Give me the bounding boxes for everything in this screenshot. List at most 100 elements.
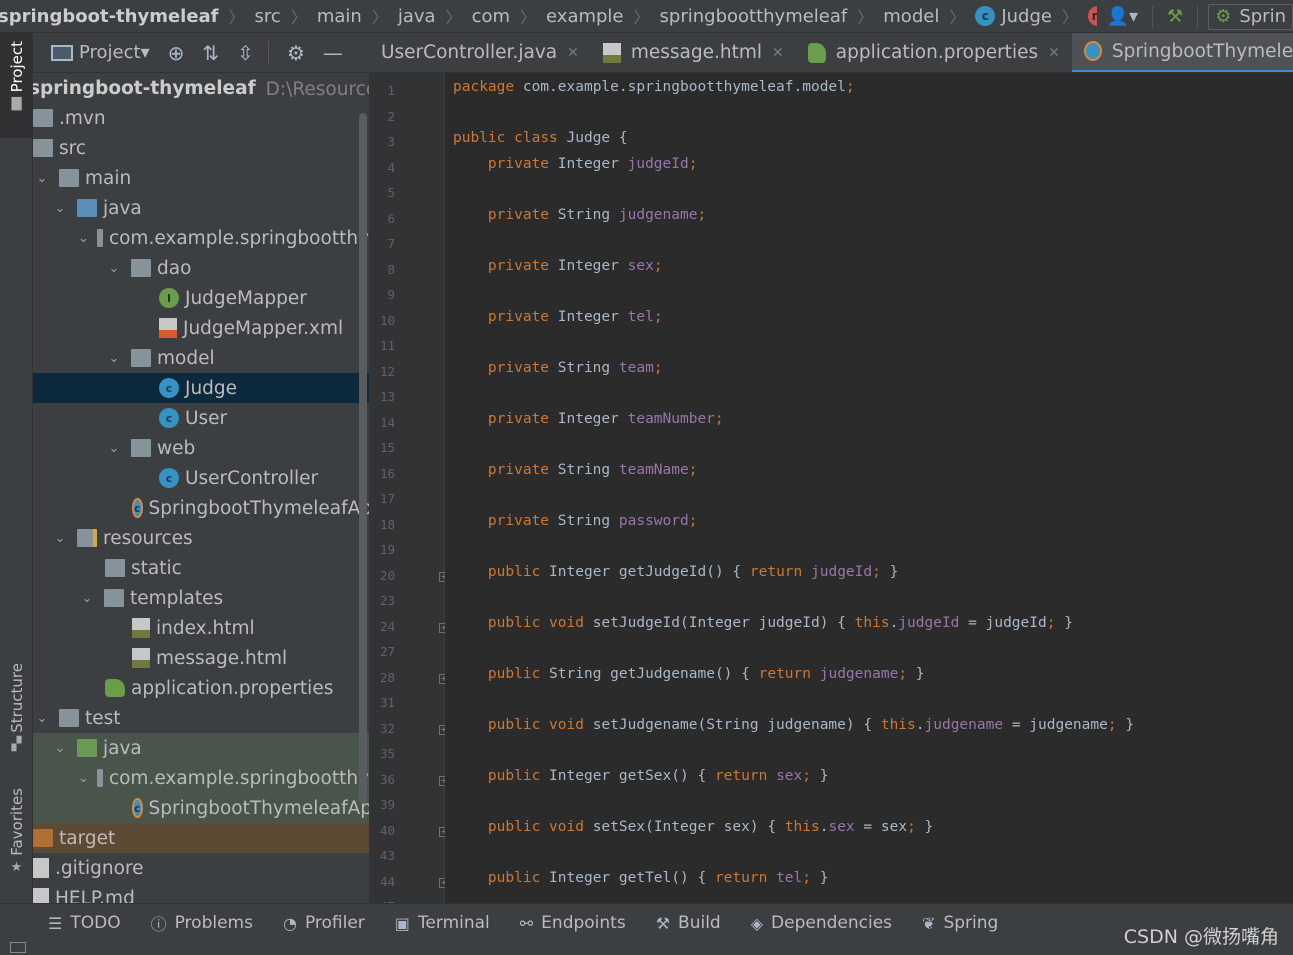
tree-item-usercontroller[interactable]: c UserController xyxy=(33,463,369,493)
locate-target-icon[interactable]: ⊕ xyxy=(168,41,185,65)
tree-item-label: resources xyxy=(103,527,193,549)
tab-usercontroller-java[interactable]: UserController.java ✕ xyxy=(369,33,591,72)
project-view-selector[interactable]: Project ▾ xyxy=(51,42,150,63)
tab-label: SpringbootThymeleafAp xyxy=(1111,40,1293,62)
tree-item-target[interactable]: target xyxy=(33,823,369,853)
chevron-right-icon: 〉 xyxy=(290,8,307,27)
tree-item-test-java[interactable]: ⌄ java xyxy=(33,733,369,763)
chevron-down-icon[interactable]: ⌄ xyxy=(51,201,69,216)
tree-item-judge[interactable]: c Judge xyxy=(33,373,369,403)
project-tree: springboot-thymeleaf D:\Resource\软件 .mvn… xyxy=(33,73,369,903)
build-hammer-icon[interactable]: ⚒ xyxy=(1167,6,1183,27)
tree-item-message-html[interactable]: message.html xyxy=(33,643,369,673)
tool-build[interactable]: ⚒ Build xyxy=(656,913,721,933)
tree-item-src[interactable]: src xyxy=(33,133,369,163)
chevron-down-icon[interactable]: ⌄ xyxy=(51,741,69,756)
line-number: 15 xyxy=(379,440,395,455)
tree-item-test-springboot-app[interactable]: c SpringbootThymeleafAp xyxy=(33,793,369,823)
tool-todo[interactable]: ☰ TODO xyxy=(48,913,121,933)
breadcrumb-src[interactable]: src xyxy=(253,0,283,32)
tool-profiler[interactable]: ◔ Profiler xyxy=(283,913,365,933)
tree-item-gitignore[interactable]: .gitignore xyxy=(33,853,369,883)
tree-item-user[interactable]: c User xyxy=(33,403,369,433)
layers-icon: ◈ xyxy=(750,913,764,933)
chevron-down-icon[interactable]: ⌄ xyxy=(78,591,96,606)
tree-item-dao[interactable]: ⌄ dao xyxy=(33,253,369,283)
tool-window-structure-tab[interactable]: Structure ▞ xyxy=(0,663,33,752)
line-number: 14 xyxy=(379,414,395,430)
tree-item-label: application.properties xyxy=(131,677,334,699)
gear-icon[interactable]: ⚙ xyxy=(287,41,305,65)
tree-item-model[interactable]: ⌄ model xyxy=(33,343,369,373)
line-number: 24 xyxy=(379,618,395,634)
folder-icon: ▇ xyxy=(11,96,22,112)
window-toggle-icon[interactable] xyxy=(10,942,26,953)
breadcrumb-example[interactable]: example xyxy=(544,0,625,32)
tree-item-package[interactable]: ⌄ com.example.springbootthy xyxy=(33,223,369,253)
close-icon[interactable]: ✕ xyxy=(772,45,784,61)
tree-item-index-html[interactable]: index.html xyxy=(33,613,369,643)
tree-item-label: src xyxy=(59,137,87,159)
tree-item-java[interactable]: ⌄ java xyxy=(33,193,369,223)
breadcrumb-judge[interactable]: c Judge xyxy=(973,0,1054,32)
project-panel-header: Project ▾ ⊕ ⇅ ⇳ ⚙ — xyxy=(33,33,369,73)
spring-boot-icon: ⚙ xyxy=(1215,6,1232,27)
tree-item-springboot-app[interactable]: c SpringbootThymeleafAp xyxy=(33,493,369,523)
breadcrumb-main[interactable]: main xyxy=(315,0,364,32)
chevron-down-icon[interactable]: ⌄ xyxy=(78,771,89,786)
chevron-down-icon[interactable]: ⌄ xyxy=(51,531,69,546)
editor-gutter[interactable]: 1 2 3 4 5 6 7 8 9 10 11 12 13 14 15 16 17 18 19 20 23 24 27 28 3… xyxy=(369,73,449,914)
tool-window-favorites-tab[interactable]: Favorites ★ xyxy=(0,788,33,875)
spring-leaf-icon: ❦ xyxy=(922,913,936,933)
tree-item-label: .gitignore xyxy=(55,857,144,879)
breadcrumb-com[interactable]: com xyxy=(470,0,512,32)
tree-item-judgemapper-xml[interactable]: JudgeMapper.xml xyxy=(33,313,369,343)
tab-message-html[interactable]: message.html ✕ xyxy=(591,33,796,72)
run-configuration-label: Sprin xyxy=(1239,6,1286,27)
chevron-down-icon[interactable]: ⌄ xyxy=(105,441,123,456)
tool-problems[interactable]: ⓘ Problems xyxy=(151,911,253,935)
tree-item-judgemapper[interactable]: I JudgeMapper xyxy=(33,283,369,313)
tree-item-help-md[interactable]: HELP.md xyxy=(33,883,369,903)
tree-item-test-package[interactable]: ⌄ com.example.springbootthy xyxy=(33,763,369,793)
tool-terminal[interactable]: ▣ Terminal xyxy=(395,913,490,933)
html-file-icon xyxy=(602,42,621,63)
user-dropdown-icon[interactable]: 👤▾ xyxy=(1107,6,1138,27)
tree-item-web[interactable]: ⌄ web xyxy=(33,433,369,463)
tool-dependencies[interactable]: ◈ Dependencies xyxy=(751,913,892,933)
tree-item-application-properties[interactable]: application.properties xyxy=(33,673,369,703)
tree-item-mvn[interactable]: .mvn xyxy=(33,103,369,133)
tree-item-resources[interactable]: ⌄ resources xyxy=(33,523,369,553)
chevron-down-icon[interactable]: ⌄ xyxy=(33,171,51,186)
tool-window-project-tab[interactable]: Project ▇ xyxy=(0,33,33,138)
chevron-down-icon[interactable]: ⌄ xyxy=(78,231,89,246)
code-editor[interactable]: package com.example.springbootthymeleaf.… xyxy=(445,73,1293,903)
line-number: 7 xyxy=(387,236,395,251)
tree-root-row[interactable]: springboot-thymeleaf D:\Resource\软件 xyxy=(33,73,369,103)
chevron-down-icon[interactable]: ⌄ xyxy=(33,711,51,726)
breadcrumb-model[interactable]: model xyxy=(881,0,941,32)
tree-item-templates[interactable]: ⌄ templates xyxy=(33,583,369,613)
tree-item-static[interactable]: static xyxy=(33,553,369,583)
breadcrumb-java[interactable]: java xyxy=(396,0,438,32)
tree-scrollbar[interactable] xyxy=(359,113,367,803)
chevron-down-icon[interactable]: ⌄ xyxy=(105,351,123,366)
tree-item-main[interactable]: ⌄ main xyxy=(33,163,369,193)
close-icon[interactable]: ✕ xyxy=(567,45,579,61)
close-icon[interactable]: ✕ xyxy=(1048,45,1060,61)
run-configuration-selector[interactable]: ⚙ Sprin xyxy=(1208,3,1293,30)
breadcrumb-project[interactable]: springboot-thymeleaf xyxy=(0,0,221,32)
breadcrumb-springbootthymeleaf[interactable]: springbootthymeleaf xyxy=(658,0,850,32)
tool-spring[interactable]: ❦ Spring xyxy=(922,913,998,933)
tab-application-properties[interactable]: application.properties ✕ xyxy=(796,33,1072,72)
tool-label: Spring xyxy=(943,913,999,933)
tool-endpoints[interactable]: ⚯ Endpoints xyxy=(520,913,626,933)
tree-item-test[interactable]: ⌄ test xyxy=(33,703,369,733)
toolbar-divider xyxy=(1152,5,1154,28)
chevron-down-icon[interactable]: ⌄ xyxy=(105,261,123,276)
collapse-all-icon[interactable]: ⇳ xyxy=(237,41,254,65)
tab-springboot-app[interactable]: SpringbootThymeleafAp xyxy=(1071,33,1293,72)
minimize-icon[interactable]: — xyxy=(323,41,343,65)
info-icon: ⓘ xyxy=(150,915,167,934)
expand-all-icon[interactable]: ⇅ xyxy=(202,41,219,65)
